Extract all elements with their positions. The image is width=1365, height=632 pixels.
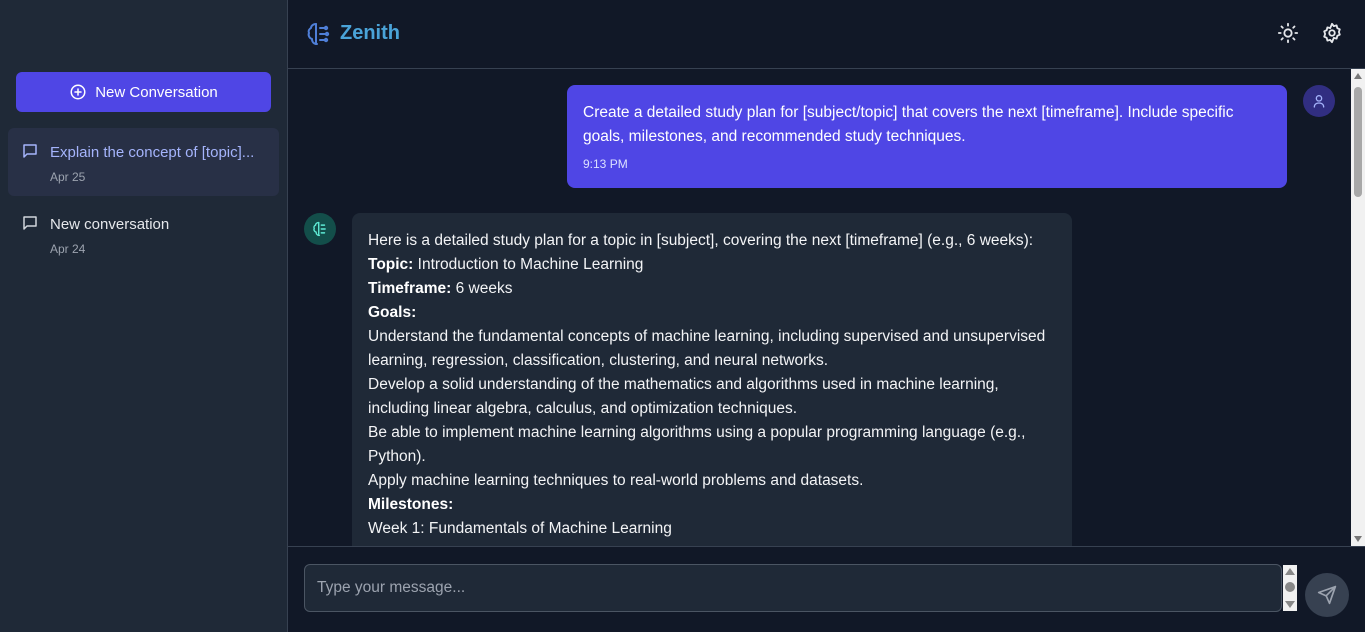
assistant-intro: Here is a detailed study plan for a topi… (368, 232, 1034, 249)
composer (288, 546, 1365, 632)
user-message-text: Create a detailed study plan for [subjec… (583, 104, 1234, 145)
brain-logo-icon (307, 23, 330, 45)
gear-icon[interactable] (1321, 22, 1343, 44)
timeframe-value: 6 weeks (451, 280, 513, 297)
conversation-date: Apr 25 (50, 170, 86, 184)
user-icon (1313, 95, 1325, 108)
goal-item: Understand the fundamental concepts of m… (368, 328, 1046, 369)
input-scroll-down-icon[interactable] (1285, 601, 1295, 608)
header: Zenith (288, 0, 1365, 69)
plus-circle-icon (70, 84, 86, 100)
milestone-item: Week 1: Fundamentals of Machine Learning (368, 520, 672, 537)
user-avatar (1303, 85, 1335, 117)
app-title: Zenith (340, 22, 400, 44)
new-conversation-label: New Conversation (95, 83, 218, 101)
timeframe-line: Timeframe: 6 weeks (368, 277, 1056, 301)
topic-label: Topic: (368, 256, 414, 273)
chat-area: Create a detailed study plan for [subjec… (288, 69, 1351, 546)
input-scrollbar[interactable] (1283, 565, 1297, 611)
chat-scrollbar[interactable] (1351, 69, 1365, 546)
sun-icon[interactable] (1277, 22, 1299, 44)
message-square-icon (23, 216, 37, 230)
send-button[interactable] (1305, 573, 1349, 617)
conversation-item-2[interactable]: New conversation Apr 24 (8, 200, 279, 268)
topic-line: Topic: Introduction to Machine Learning (368, 253, 1056, 277)
new-conversation-button[interactable]: New Conversation (16, 72, 271, 112)
input-scroll-up-icon[interactable] (1285, 568, 1295, 575)
timeframe-label: Timeframe: (368, 280, 452, 297)
scrollbar-thumb[interactable] (1354, 87, 1362, 197)
goal-item: Develop a solid understanding of the mat… (368, 376, 999, 417)
topic-value: Introduction to Machine Learning (413, 256, 644, 273)
goal-item: Apply machine learning techniques to rea… (368, 472, 864, 489)
goals-heading: Goals: (368, 304, 417, 321)
message-square-icon (23, 144, 37, 158)
scroll-up-arrow-icon[interactable] (1354, 73, 1362, 79)
conversation-date: Apr 24 (50, 242, 86, 256)
conversation-title: New conversation (50, 216, 170, 233)
brain-icon (313, 221, 326, 237)
assistant-avatar (304, 213, 336, 245)
user-message-time: 9:13 PM (583, 157, 628, 171)
send-icon (1317, 585, 1337, 605)
goal-item: Be able to implement machine learning al… (368, 424, 1026, 465)
user-message: Create a detailed study plan for [subjec… (567, 85, 1287, 188)
conversation-item-1[interactable]: Explain the concept of [topic]... Apr 25 (8, 128, 279, 196)
scroll-down-arrow-icon[interactable] (1354, 536, 1362, 542)
input-scroll-thumb[interactable] (1285, 582, 1295, 592)
assistant-message: Here is a detailed study plan for a topi… (352, 213, 1072, 546)
sidebar: New Conversation Explain the concept of … (0, 0, 288, 632)
message-input[interactable] (304, 564, 1282, 612)
conversation-title: Explain the concept of [topic]... (50, 144, 255, 161)
milestones-heading: Milestones: (368, 496, 454, 513)
